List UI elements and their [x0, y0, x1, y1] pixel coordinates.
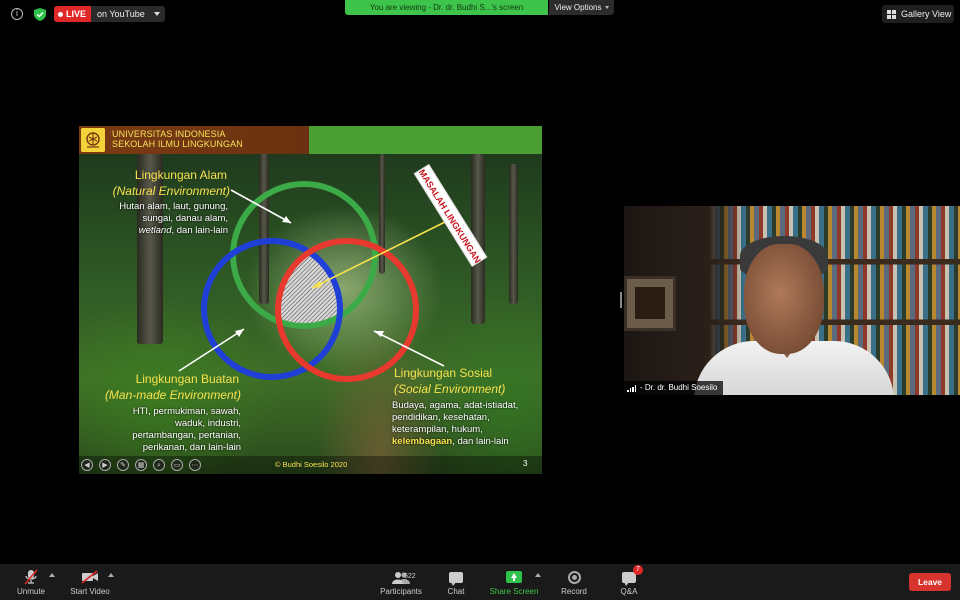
social-line-rest: , dan lain-lain — [452, 436, 509, 447]
natural-description: Hutan alam, laut, gunung, sungai, danau … — [89, 201, 228, 237]
live-dot-icon — [58, 11, 63, 17]
live-destination-label: on YouTube — [97, 9, 145, 19]
natural-line: sungai, danau alam, — [142, 213, 228, 224]
zoom-icon[interactable]: ⌕ — [153, 459, 165, 471]
slide-page-number: 3 — [523, 459, 528, 468]
social-title: Lingkungan Sosial — [394, 366, 493, 380]
social-line: keterampilan, hukum, — [392, 424, 483, 435]
natural-italic-word: wetland — [138, 225, 172, 236]
chat-icon — [449, 571, 463, 586]
qa-notification-badge: 7 — [633, 565, 643, 575]
gallery-view-label: Gallery View — [901, 9, 952, 19]
start-video-label: Start Video — [70, 587, 110, 596]
view-options-button[interactable]: View Options — [549, 0, 614, 15]
natural-line: wetland, dan lain-lain — [89, 225, 228, 237]
panel-resize-handle[interactable] — [620, 292, 622, 308]
qa-label: Q&A — [620, 587, 638, 596]
shield-check-icon[interactable] — [34, 8, 46, 21]
manmade-line: pertambangan, pertanian, — [132, 430, 241, 441]
gallery-view-button[interactable]: Gallery View — [882, 5, 954, 23]
shared-screen-slide: UNIVERSITAS INDONESIA SEKOLAH ILMU LINGK… — [79, 126, 542, 474]
social-line: pendidikan, kesehatan, — [392, 412, 490, 423]
meeting-top-bar: i LIVE on YouTube You are viewing - Dr. … — [0, 0, 960, 28]
video-off-icon — [81, 570, 98, 584]
unmute-label: Unmute — [16, 587, 45, 596]
natural-subtitle: (Natural Environment) — [112, 184, 230, 198]
slides-grid-icon[interactable]: ▦ — [135, 459, 147, 471]
participants-button[interactable]: 522 Participants — [376, 564, 426, 600]
picture-frame — [624, 276, 676, 331]
social-highlight-word: kelembagaan — [392, 436, 453, 447]
start-video-button[interactable]: Start Video — [66, 564, 114, 600]
live-stream-button[interactable]: LIVE on YouTube — [54, 6, 165, 22]
chevron-down-icon — [604, 6, 609, 9]
screen-share-banner: You are viewing - Dr. dr. Budhi S...'s s… — [345, 0, 548, 15]
manmade-line: perikanan, dan lain-lain — [142, 442, 241, 453]
live-destination[interactable]: on YouTube — [91, 6, 165, 22]
manmade-title: Lingkungan Buatan — [135, 372, 239, 386]
record-icon — [567, 570, 581, 584]
share-screen-button[interactable]: Share Screen — [488, 564, 540, 600]
slide-copyright: © Budhi Soesilo 2020 — [275, 460, 348, 469]
more-options-icon[interactable]: ⋯ — [189, 459, 201, 471]
share-options-caret-icon[interactable] — [535, 573, 541, 577]
manmade-line: waduk, industri, — [174, 418, 241, 429]
unmute-button[interactable]: Unmute — [14, 564, 48, 600]
leave-button[interactable]: Leave — [909, 573, 951, 591]
qa-button[interactable]: 7 Q&A — [617, 564, 643, 600]
manmade-subtitle: (Man-made Environment) — [104, 388, 241, 402]
speaker-name: - Dr. dr. Budhi Soesilo — [640, 383, 718, 392]
manmade-description: HTI, permukiman, sawah, waduk, industri,… — [89, 406, 241, 454]
social-line: kelembagaan, dan lain-lain — [392, 436, 542, 448]
previous-slide-icon[interactable]: ◀ — [81, 459, 93, 471]
social-line: Budaya, agama, adat-istiadat, — [392, 400, 519, 411]
participants-label: Participants — [380, 587, 422, 596]
natural-line: Hutan alam, laut, gunung, — [119, 201, 228, 212]
chevron-down-icon — [153, 12, 160, 16]
record-label: Record — [561, 587, 587, 596]
meeting-toolbar: Unmute Start Video 522 Participants Chat — [0, 564, 960, 600]
manmade-line: HTI, permukiman, sawah, — [132, 406, 241, 417]
speaker-name-tag: - Dr. dr. Budhi Soesilo — [624, 381, 724, 395]
record-button[interactable]: Record — [558, 564, 590, 600]
natural-line-rest: , dan lain-lain — [171, 225, 228, 236]
participants-count: 522 — [404, 573, 416, 580]
speaker-video-tile[interactable]: - Dr. dr. Budhi Soesilo — [624, 206, 960, 395]
view-options-label: View Options — [554, 3, 602, 12]
social-subtitle: (Social Environment) — [394, 382, 506, 396]
chat-label: Chat — [447, 587, 465, 596]
info-icon[interactable]: i — [11, 8, 23, 20]
social-description: Budaya, agama, adat-istiadat, pendidikan… — [392, 400, 542, 448]
share-screen-icon — [506, 571, 522, 583]
microphone-muted-icon — [24, 569, 38, 585]
live-badge: LIVE — [54, 6, 92, 22]
chat-button[interactable]: Chat — [443, 564, 469, 600]
grid-icon — [887, 9, 896, 19]
speaker-face — [744, 244, 824, 354]
live-badge-label: LIVE — [66, 9, 87, 19]
arrow-masalah — [311, 221, 446, 289]
signal-icon — [627, 384, 636, 392]
subtitles-icon[interactable]: ▭ — [171, 459, 183, 471]
video-options-caret-icon[interactable] — [108, 573, 114, 577]
next-slide-icon[interactable]: ▶ — [99, 459, 111, 471]
share-screen-label: Share Screen — [489, 587, 539, 596]
pen-icon[interactable]: ✎ — [117, 459, 129, 471]
audio-options-caret-icon[interactable] — [49, 573, 55, 577]
natural-title: Lingkungan Alam — [134, 168, 227, 182]
